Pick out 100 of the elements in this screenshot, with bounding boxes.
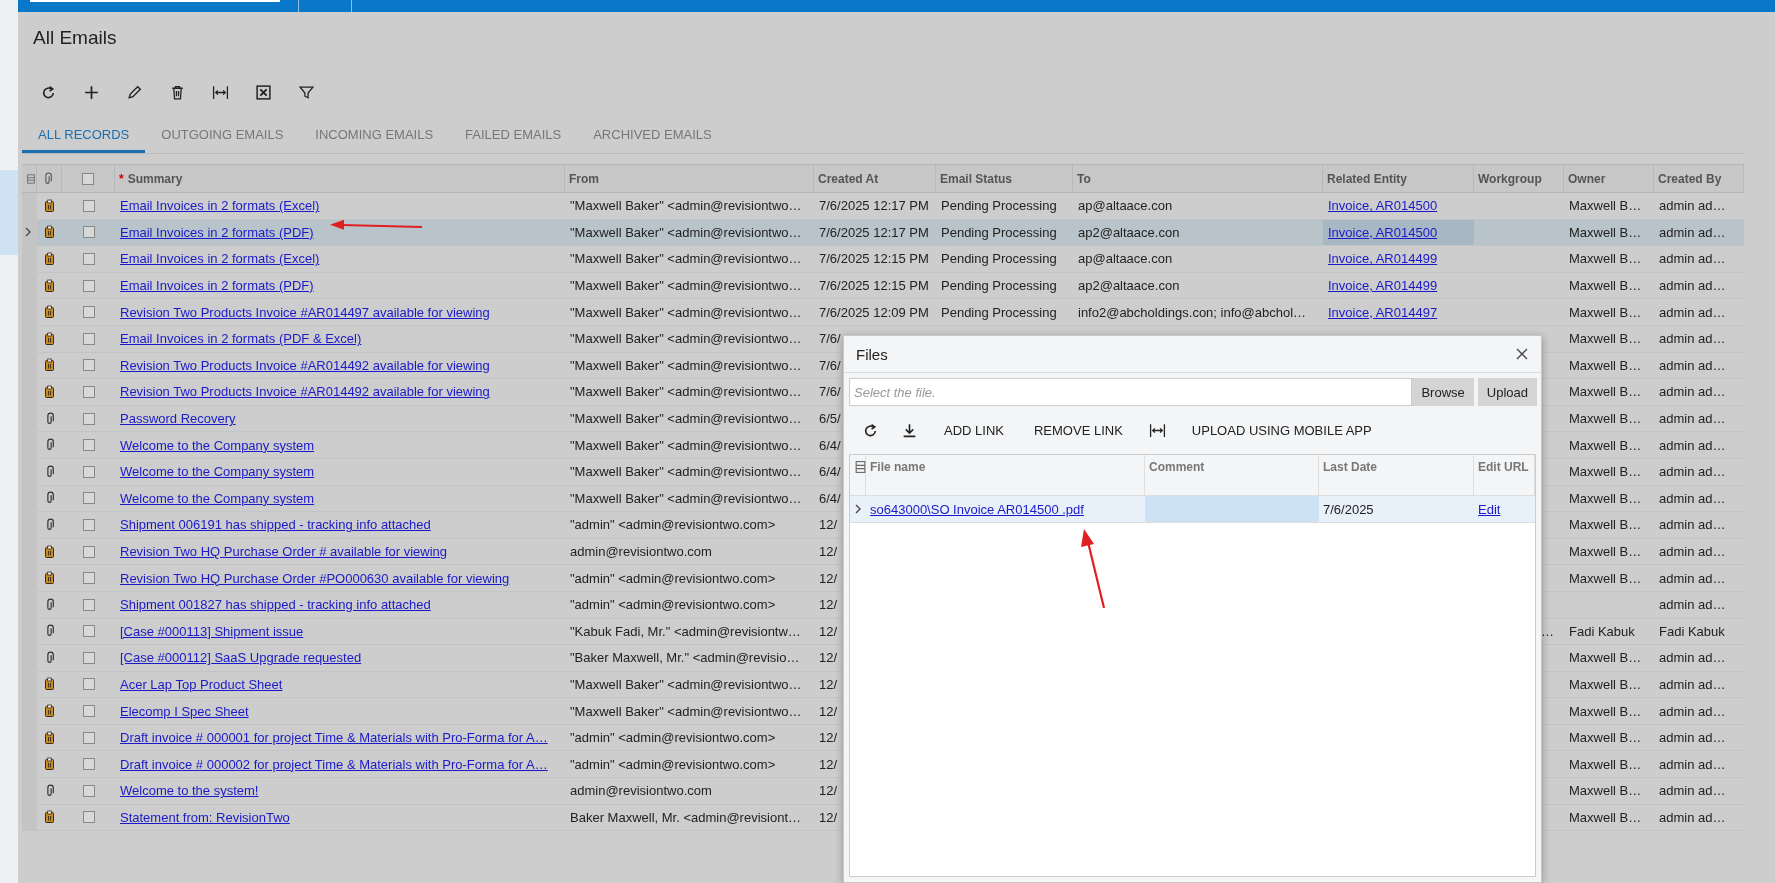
column-header[interactable]: Related Entity (1323, 165, 1474, 192)
row-checkbox[interactable] (82, 598, 95, 611)
row-checkbox[interactable] (82, 199, 95, 212)
email-summary-link[interactable]: Email Invoices in 2 formats (PDF & Excel) (120, 331, 362, 347)
email-summary-link[interactable]: Revision Two Products Invoice #AR014497 available for viewing (120, 304, 490, 320)
chevron-icon[interactable] (24, 226, 32, 239)
add-icon[interactable] (83, 83, 100, 101)
row-checkbox[interactable] (82, 705, 95, 718)
column-header[interactable]: Last Date (1319, 455, 1474, 495)
related-entity-link[interactable]: Invoice, AR014500 (1328, 198, 1438, 214)
row-checkbox[interactable] (82, 651, 95, 664)
download-icon[interactable] (901, 421, 918, 439)
email-summary-link[interactable]: Statement from: RevisionTwo (120, 809, 290, 825)
column-header[interactable]: Owner (1564, 165, 1654, 192)
close-icon[interactable] (1515, 347, 1529, 361)
chevron-icon[interactable] (854, 503, 862, 515)
upload-button[interactable]: Upload (1477, 378, 1537, 406)
comment-cell[interactable] (1145, 496, 1319, 522)
column-header[interactable]: Created At (814, 165, 936, 192)
column-header[interactable]: Edit URL (1474, 455, 1535, 495)
file-name-link[interactable]: so643000\SO Invoice AR014500 .pdf (870, 501, 1084, 517)
document-icon[interactable] (43, 305, 56, 320)
related-entity-link[interactable]: Invoice, AR014499 (1328, 251, 1438, 267)
row-checkbox[interactable] (82, 226, 95, 239)
column-header[interactable]: * Summary (115, 165, 565, 192)
row-checkbox[interactable] (82, 731, 95, 744)
column-header[interactable]: To (1073, 165, 1323, 192)
document-icon[interactable] (43, 331, 56, 346)
document-icon[interactable] (43, 252, 56, 266)
row-checkbox[interactable] (82, 545, 95, 558)
email-summary-link[interactable]: Email Invoices in 2 formats (Excel) (120, 251, 320, 267)
column-header[interactable]: Comment (1145, 455, 1319, 495)
excel-export-icon[interactable] (255, 83, 272, 101)
column-header[interactable]: File name (866, 455, 1145, 495)
row-checkbox[interactable] (82, 439, 95, 452)
email-summary-link[interactable]: Shipment 001827 has shipped - tracking info attached (120, 597, 431, 613)
row-checkbox[interactable] (82, 625, 95, 638)
delete-icon[interactable] (169, 83, 186, 101)
row-checkbox[interactable] (82, 253, 95, 265)
column-header[interactable]: From (565, 165, 814, 192)
edit-link[interactable]: Edit (1478, 501, 1501, 517)
row-checkbox[interactable] (82, 465, 95, 478)
email-summary-link[interactable]: [Case #000112] SaaS Upgrade requested (120, 650, 362, 666)
related-entity-link[interactable]: Invoice, AR014497 (1328, 304, 1438, 320)
table-row[interactable]: Email Invoices in 2 formats (PDF) "Maxwell Baker" <admin@revisiontwo… 7/6/2025 12:17 PM Pending Processing ap2@altaace.con Invoice, AR014500 Maxwell B… admin ad… (22, 219, 1744, 247)
document-icon[interactable] (43, 677, 56, 692)
row-checkbox[interactable] (82, 359, 95, 372)
edit-icon[interactable] (126, 83, 143, 101)
email-summary-link[interactable]: Welcome to the Company system (120, 437, 315, 453)
email-summary-link[interactable]: Draft invoice # 000002 for project Time & Materials with Pro-Forma for A… (120, 756, 548, 772)
column-header[interactable]: Workgroup (1474, 165, 1564, 192)
email-summary-link[interactable]: Welcome to the system! (120, 783, 259, 799)
column-header[interactable]: Email Status (936, 165, 1073, 192)
document-icon[interactable] (43, 358, 56, 373)
table-row[interactable]: Email Invoices in 2 formats (Excel) "Maxwell Baker" <admin@revisiontwo… 7/6/2025 12:15 PM Pending Processing ap@altaace.con Invoice, AR014499 Maxwell B… admin ad… (22, 246, 1744, 273)
browse-button[interactable]: Browse (1412, 378, 1474, 406)
row-checkbox[interactable] (82, 385, 95, 398)
file-field[interactable]: Select the file. (849, 378, 1413, 406)
document-icon[interactable] (43, 730, 56, 745)
email-summary-link[interactable]: Welcome to the Company system (120, 490, 315, 506)
row-checkbox[interactable] (82, 518, 95, 531)
email-summary-link[interactable]: Password Recovery (120, 411, 236, 427)
row-checkbox[interactable] (82, 758, 95, 771)
column-chooser-icon[interactable] (26, 171, 36, 186)
document-icon[interactable] (43, 278, 56, 293)
email-summary-link[interactable]: Email Invoices in 2 formats (PDF) (120, 224, 314, 240)
email-summary-link[interactable]: Elecomp I Spec Sheet (120, 703, 249, 719)
row-checkbox[interactable] (82, 279, 95, 292)
email-summary-link[interactable]: Email Invoices in 2 formats (Excel) (120, 198, 320, 214)
fit-columns-icon[interactable] (212, 83, 229, 101)
row-checkbox[interactable] (82, 306, 95, 319)
column-chooser-icon[interactable] (854, 460, 867, 474)
row-checkbox[interactable] (82, 492, 95, 505)
column-header[interactable]: Created By (1654, 165, 1744, 192)
refresh-icon[interactable] (862, 421, 879, 439)
email-summary-link[interactable]: [Case #000113] Shipment issue (120, 623, 304, 639)
document-icon[interactable] (43, 757, 56, 772)
email-summary-link[interactable]: Revision Two HQ Purchase Order # available for viewing (120, 544, 448, 559)
tab[interactable]: ALL RECORDS (22, 117, 146, 153)
row-checkbox[interactable] (82, 784, 95, 797)
email-summary-link[interactable]: Email Invoices in 2 formats (PDF) (120, 278, 314, 294)
row-checkbox[interactable] (82, 811, 95, 824)
email-summary-link[interactable]: Revision Two Products Invoice #AR014492 available for viewing (120, 384, 490, 400)
document-icon[interactable] (43, 384, 56, 399)
document-icon[interactable] (43, 544, 56, 559)
row-checkbox[interactable] (82, 332, 95, 345)
email-summary-link[interactable]: Acer Lap Top Product Sheet (120, 677, 283, 692)
table-row[interactable] (22, 299, 1744, 326)
document-icon[interactable] (43, 198, 56, 213)
row-checkbox[interactable] (82, 412, 95, 425)
related-entity-link[interactable]: Invoice, AR014499 (1328, 278, 1438, 294)
table-row[interactable]: Email Invoices in 2 formats (Excel) "Maxwell Baker" <admin@revisiontwo… 7/6/2025 12:17 PM Pending Processing ap@altaace.con Invoice, AR014500 Maxwell B… admin ad… (22, 193, 1744, 220)
table-row[interactable]: Email Invoices in 2 formats (PDF) "Maxwell Baker" <admin@revisiontwo… 7/6/2025 12:15 PM Pending Processing ap2@altaace.con Invoice, AR014499 Maxwell B… admin ad… (22, 272, 1744, 300)
row-checkbox[interactable] (82, 572, 95, 585)
email-summary-link[interactable]: Shipment 006191 has shipped - tracking info attached (120, 517, 431, 533)
email-summary-link[interactable]: Draft invoice # 000001 for project Time & Materials with Pro-Forma for A… (120, 730, 548, 746)
fit-columns-icon[interactable] (1148, 421, 1166, 439)
email-summary-link[interactable]: Welcome to the Company system (120, 464, 315, 480)
document-icon[interactable] (43, 704, 56, 719)
email-summary-link[interactable]: Revision Two HQ Purchase Order #PO000630 available for viewing (120, 570, 510, 586)
